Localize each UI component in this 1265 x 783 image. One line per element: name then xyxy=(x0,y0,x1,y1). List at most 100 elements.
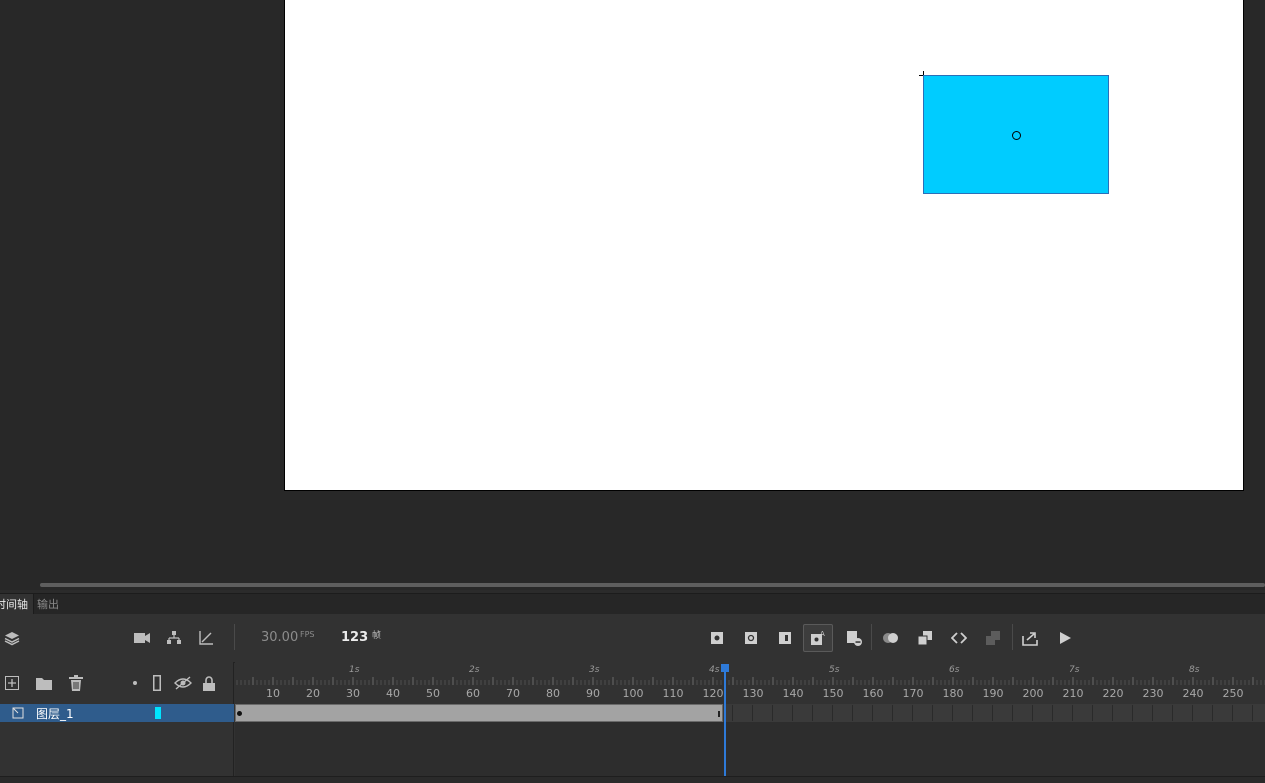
timeline-ruler[interactable]: 1s 2s 3s 4s 5s 6s 7s 8s 10 20 30 40 50 60 70 80 90 100 11… xyxy=(235,662,1265,704)
frame-number: 170 xyxy=(902,687,924,700)
insert-frame-icon[interactable] xyxy=(843,627,865,649)
layers-list: 图层_1 xyxy=(0,704,234,782)
dot-icon[interactable] xyxy=(124,672,146,694)
layer-parenting-icon[interactable] xyxy=(163,627,185,649)
frame-number: 80 xyxy=(546,687,560,700)
current-frame-value[interactable]: 123 xyxy=(341,630,368,645)
play-icon[interactable] xyxy=(1054,627,1076,649)
frame-number: 110 xyxy=(662,687,684,700)
frame-number: 40 xyxy=(386,687,400,700)
frame-cell-divider xyxy=(772,705,773,721)
frame-number: 20 xyxy=(306,687,320,700)
layer-header xyxy=(0,662,234,704)
scrollbar-thumb[interactable] xyxy=(40,583,1265,587)
toolbar-separator xyxy=(871,624,872,650)
frame-number: 230 xyxy=(1142,687,1164,700)
frame-cell-divider xyxy=(1132,705,1133,721)
seconds-label: 6s xyxy=(949,665,960,675)
frame-number: 120 xyxy=(702,687,724,700)
horizontal-scrollbar[interactable] xyxy=(0,580,1265,590)
frame-number: 190 xyxy=(982,687,1004,700)
seconds-label: 2s xyxy=(469,665,480,675)
lock-icon[interactable] xyxy=(198,672,220,694)
frame-number: 160 xyxy=(862,687,884,700)
seconds-label: 3s xyxy=(589,665,600,675)
seconds-label: 1s xyxy=(349,665,360,675)
frame-cell-divider xyxy=(832,705,833,721)
auto-keyframe-icon[interactable]: A xyxy=(803,624,833,652)
keyframe-icon[interactable] xyxy=(706,627,728,649)
frame-cell-divider xyxy=(1092,705,1093,721)
frame-number: 60 xyxy=(466,687,480,700)
toolbar-separator xyxy=(1012,624,1013,650)
keyframe-start[interactable] xyxy=(237,711,242,716)
delete-icon[interactable] xyxy=(65,672,87,694)
frame-number: 150 xyxy=(822,687,844,700)
seconds-label: 7s xyxy=(1069,665,1080,675)
frame-unit: 帧 xyxy=(372,631,382,641)
camera-icon[interactable] xyxy=(131,627,153,649)
stage-area[interactable] xyxy=(0,0,1265,580)
frames-row[interactable] xyxy=(235,704,1265,722)
frame-number: 90 xyxy=(586,687,600,700)
timeline-panel: 30.00 FPS 123 帧 A 1s 2s 3s 4s 5s 6s 7s 8… xyxy=(0,614,1265,782)
frame-cell-divider xyxy=(752,705,753,721)
edit-multiple-frames-icon[interactable] xyxy=(914,627,936,649)
stage-canvas[interactable] xyxy=(284,0,1244,491)
layers-icon[interactable] xyxy=(1,627,23,649)
layer-outline-color[interactable] xyxy=(155,707,161,719)
frame-cell-divider xyxy=(1112,705,1113,721)
ruler-ticks xyxy=(236,677,1265,685)
frame-cell-divider xyxy=(1172,705,1173,721)
seconds-label: 5s xyxy=(829,665,840,675)
frame-number: 140 xyxy=(782,687,804,700)
keyframe-end[interactable] xyxy=(718,711,720,717)
frame-cell-divider xyxy=(852,705,853,721)
frame-cell-divider xyxy=(732,705,733,721)
frame-cell-divider xyxy=(932,705,933,721)
panel-tabs: 时间轴 输出 xyxy=(0,593,1265,616)
seconds-label: 4s xyxy=(709,665,720,675)
frame-number: 240 xyxy=(1182,687,1204,700)
frame-cell-divider xyxy=(1072,705,1073,721)
frame-cell-divider xyxy=(992,705,993,721)
transform-point-icon[interactable] xyxy=(1012,131,1021,140)
blank-keyframe-icon[interactable] xyxy=(740,627,762,649)
tab-timeline[interactable]: 时间轴 xyxy=(0,594,34,615)
frame-number: 220 xyxy=(1102,687,1124,700)
svg-text:A: A xyxy=(820,630,825,638)
loop-icon[interactable] xyxy=(982,627,1004,649)
frame-number: 30 xyxy=(346,687,360,700)
new-layer-icon[interactable] xyxy=(1,672,23,694)
fps-value[interactable]: 30.00 xyxy=(261,630,298,645)
frame-icon[interactable] xyxy=(774,627,796,649)
frame-span[interactable] xyxy=(235,704,723,722)
tab-output[interactable]: 输出 xyxy=(32,594,64,615)
swap-icon[interactable] xyxy=(948,627,970,649)
layer-row[interactable]: 图层_1 xyxy=(0,704,234,722)
frame-cell-divider xyxy=(892,705,893,721)
frame-number: 70 xyxy=(506,687,520,700)
frame-number: 100 xyxy=(622,687,644,700)
export-icon[interactable] xyxy=(1020,627,1042,649)
hide-icon[interactable] xyxy=(172,672,194,694)
graph-icon[interactable] xyxy=(195,627,217,649)
frame-number: 250 xyxy=(1222,687,1244,700)
frame-cell-divider xyxy=(812,705,813,721)
frame-cell-divider xyxy=(1012,705,1013,721)
timeline-toolbar: 30.00 FPS 123 帧 A xyxy=(0,614,1265,663)
new-folder-icon[interactable] xyxy=(33,672,55,694)
layer-name[interactable]: 图层_1 xyxy=(36,705,74,722)
frame-cell-divider xyxy=(912,705,913,721)
frame-number: 10 xyxy=(266,687,280,700)
frame-cell-divider xyxy=(1052,705,1053,721)
onion-skin-icon[interactable] xyxy=(880,627,902,649)
outline-icon[interactable] xyxy=(146,672,168,694)
seconds-label: 8s xyxy=(1189,665,1200,675)
fps-unit: FPS xyxy=(300,630,315,639)
frames-area[interactable] xyxy=(235,704,1265,782)
frame-cell-divider xyxy=(1232,705,1233,721)
frame-number: 50 xyxy=(426,687,440,700)
playhead[interactable] xyxy=(724,664,726,776)
rectangle-shape[interactable] xyxy=(923,75,1109,194)
